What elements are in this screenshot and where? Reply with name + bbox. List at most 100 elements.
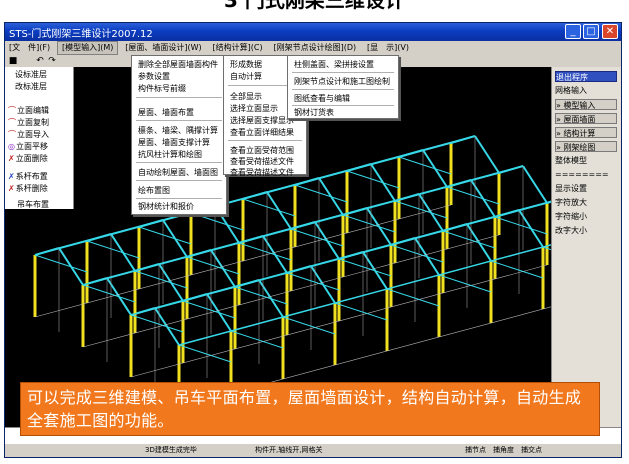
- window-title: STS-门式刚架三维设计2007.12: [9, 29, 153, 40]
- menu-separator: [292, 72, 394, 73]
- menu-node-drawing[interactable]: [刚架节点设计绘图](D): [269, 41, 360, 55]
- rp-font-size[interactable]: 改字大小: [555, 225, 617, 236]
- wall-bracing: [238, 242, 292, 261]
- menu-item[interactable]: 柱侧盖面、梁拼接设置: [294, 59, 374, 70]
- wall-bracing: [442, 230, 496, 249]
- close-button[interactable]: ✕: [602, 24, 618, 39]
- undo-icon[interactable]: ↶: [35, 56, 45, 66]
- menu-item[interactable]: 删除全部屋面墙面构件: [138, 59, 218, 70]
- tie-delete-icon: ✗: [8, 184, 15, 193]
- menu-bar: [文 件](F) [模型输入](M) [屋面、墙面设计](W) [结构计算](C…: [5, 41, 621, 55]
- save-icon[interactable]: ■: [8, 56, 18, 66]
- menu-separator: [292, 89, 394, 90]
- menu-file[interactable]: [文 件](F): [5, 41, 54, 55]
- menu-item[interactable]: 刚架节点设计和施工图绘制: [294, 76, 390, 87]
- menu-roof-wall[interactable]: [屋面、墙面设计](W): [121, 41, 205, 55]
- lp-tie-delete[interactable]: ✗系杆删除: [8, 183, 48, 194]
- left-tool-panel: 设标准层 改标准层 ⌒立面编辑 ⌒立面复制 ⌒立面导入 ◎立面平移 ✗立面删除 …: [5, 67, 74, 209]
- wall-bracing: [178, 344, 232, 363]
- lp-label: 设标准层: [15, 70, 47, 79]
- lp-crane-place[interactable]: 吊车布置: [17, 199, 49, 210]
- wall-bracing: [286, 272, 340, 291]
- menu-separator: [136, 162, 222, 163]
- menu-calc[interactable]: [结构计算](C): [209, 41, 267, 55]
- wall-bracing: [138, 226, 192, 245]
- rp-display-settings[interactable]: 显示设置: [555, 183, 617, 194]
- status-bar: 3D建模生成完毕 构件开,轴线开,网格关 捕节点 捕角度 捕交点: [5, 443, 621, 457]
- lp-label: 系杆布置: [15, 172, 48, 181]
- menu-item[interactable]: 自动计算: [230, 71, 262, 82]
- exit-program-button[interactable]: 退出程序: [555, 71, 617, 82]
- right-command-panel: 退出程序 网格输入 » 模型输入 » 屋面墙面 » 结构计算 » 刚架绘图 整体…: [551, 67, 621, 427]
- lp-label: 立面导入: [17, 130, 49, 139]
- rp-whole-model[interactable]: 整体模型: [555, 155, 617, 166]
- redo-icon[interactable]: ↷: [47, 56, 57, 66]
- menu-item[interactable]: 屋面、墙面布置: [138, 107, 194, 118]
- menu-item[interactable]: 参数设置: [138, 71, 170, 82]
- menu-item[interactable]: 绘布置图: [138, 185, 170, 196]
- menu-item[interactable]: 全部显示: [230, 91, 262, 102]
- lp-elev-import[interactable]: ⌒立面导入: [8, 129, 49, 140]
- lp-tie-place[interactable]: ✗系杆布置: [8, 171, 48, 182]
- wall-bracing: [342, 214, 396, 233]
- tie-icon: ✗: [8, 172, 15, 181]
- minimize-button[interactable]: _: [565, 24, 581, 39]
- lp-label: 改标准层: [15, 82, 47, 91]
- wall-bracing: [82, 284, 136, 303]
- menu-item[interactable]: 查看立面受荷范围: [230, 145, 294, 156]
- snap-angle-toggle[interactable]: 捕角度: [493, 445, 514, 455]
- maximize-button[interactable]: □: [583, 24, 599, 39]
- snap-intersect-toggle[interactable]: 捕交点: [521, 445, 542, 455]
- rp-structure-calc[interactable]: » 结构计算: [555, 127, 617, 138]
- rp-font-shrink[interactable]: 字符缩小: [555, 211, 617, 222]
- move-icon: ◎: [8, 142, 15, 151]
- menu-item[interactable]: 抗风柱计算和绘图: [138, 149, 202, 160]
- menu-separator: [136, 198, 222, 199]
- menu-item[interactable]: 查看受荷描述文件: [230, 156, 294, 167]
- menu-item[interactable]: 构件标号前缀: [138, 83, 186, 94]
- rp-frame-drawing[interactable]: » 刚架绘图: [555, 141, 617, 152]
- wall-bracing: [438, 274, 492, 293]
- wall-bracing: [242, 198, 296, 217]
- arc-icon: ⌒: [8, 106, 16, 115]
- wall-bracing: [334, 302, 388, 321]
- lp-elev-copy[interactable]: ⌒立面复制: [8, 117, 49, 128]
- rp-model-input[interactable]: » 模型输入: [555, 99, 617, 110]
- lp-elev-delete[interactable]: ✗立面删除: [8, 153, 48, 164]
- lp-label: 立面删除: [15, 154, 48, 163]
- lp-edit-story[interactable]: 改标准层: [15, 81, 47, 92]
- menu-item[interactable]: 选择屋面支撑显示: [230, 115, 294, 126]
- lp-label: 立面平移: [15, 142, 48, 151]
- menu-item[interactable]: 檩条、墙梁、隅撑计算: [138, 125, 218, 136]
- status-message: 3D建模生成完毕: [145, 446, 197, 454]
- caption-box: 可以完成三维建模、吊车平面布置，屋面墙面设计，结构自动计算，自动生成全套施工图的…: [20, 382, 600, 436]
- menu-item[interactable]: 形成数据: [230, 59, 262, 70]
- wall-bracing: [390, 244, 444, 263]
- menu-item[interactable]: 图纸查看与编辑: [294, 93, 350, 104]
- menu-item[interactable]: 自动绘制屋面、墙面图: [138, 167, 218, 178]
- roof-bracing: [370, 156, 400, 165]
- menu-item[interactable]: 钢材订货表: [294, 107, 334, 118]
- lp-set-story[interactable]: 设标准层: [15, 69, 47, 80]
- snap-node-toggle[interactable]: 捕节点: [465, 445, 486, 455]
- lp-elev-edit[interactable]: ⌒立面编辑: [8, 105, 49, 116]
- wall-bracing: [282, 316, 336, 335]
- menu-item[interactable]: 屋面、墙面支撑计算: [138, 137, 210, 148]
- wall-bracing: [190, 212, 244, 231]
- lp-elev-move[interactable]: ◎立面平移: [8, 141, 48, 152]
- menu-item[interactable]: 查看受荷描述文件: [230, 167, 294, 178]
- status-visibility: 构件开,轴线开,网格关: [255, 446, 323, 454]
- menu-item[interactable]: 查看立面详细结果: [230, 127, 294, 138]
- menu-model-input[interactable]: [模型输入](M): [56, 41, 119, 55]
- wall-bracing: [398, 156, 452, 175]
- wall-bracing: [130, 314, 184, 333]
- rp-roof-wall[interactable]: » 屋面墙面: [555, 113, 617, 124]
- menu-item[interactable]: 钢材统计和报价: [138, 201, 194, 212]
- menu-item[interactable]: 选择立面显示: [230, 103, 278, 114]
- wall-bracing: [494, 216, 548, 235]
- rp-grid-input[interactable]: 网格输入: [555, 85, 617, 96]
- wall-bracing: [346, 170, 400, 189]
- rp-font-enlarge[interactable]: 字符放大: [555, 197, 617, 208]
- menu-display[interactable]: [显 示](V): [363, 41, 413, 55]
- menu-separator: [136, 180, 222, 181]
